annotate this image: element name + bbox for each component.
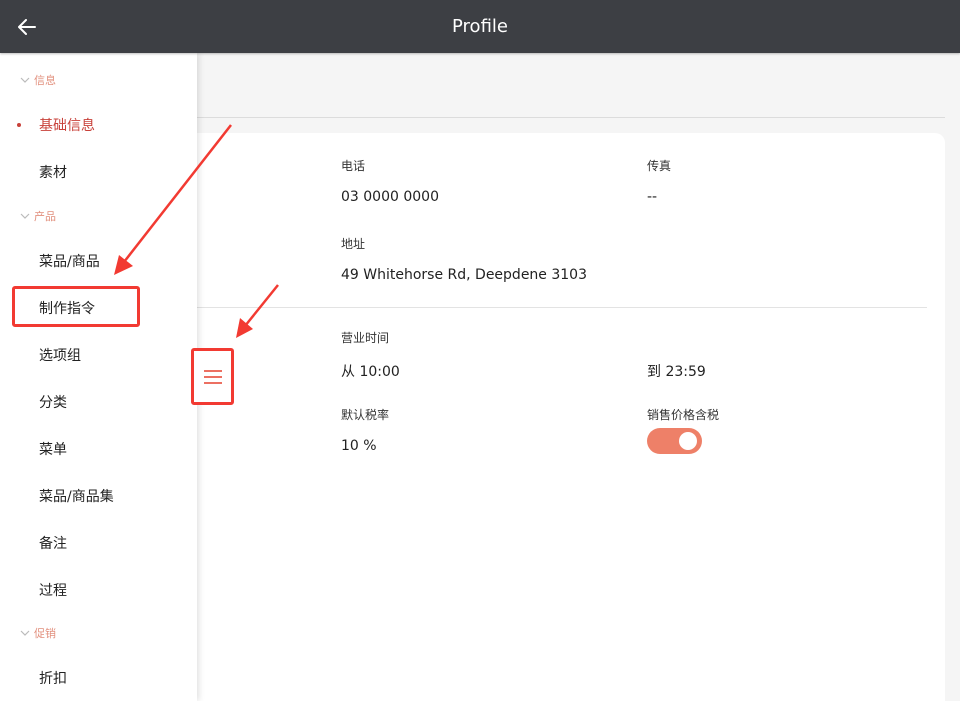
profile-card: 电话 03 0000 0000 传真 -- 地址 49 Whitehorse R…	[160, 133, 945, 701]
content-divider	[197, 117, 945, 118]
chevron-down-icon	[20, 213, 30, 219]
sidebar-item-assets[interactable]: 素材	[39, 162, 67, 182]
hours-to-value: 到 23:59	[647, 364, 706, 380]
sidebar-item-categories[interactable]: 分类	[39, 392, 67, 412]
tax-included-label: 销售价格含税	[647, 408, 720, 422]
arrow-left-icon	[18, 19, 36, 35]
sidebar-section-products[interactable]: 产品	[20, 208, 56, 224]
hours-label: 营业时间	[341, 331, 390, 345]
sidebar-item-discounts[interactable]: 折扣	[39, 668, 67, 688]
sidebar-section-promotions[interactable]: 促销	[20, 625, 56, 641]
phone-label: 电话	[341, 159, 366, 173]
page-title: Profile	[452, 16, 508, 37]
section-divider	[197, 307, 927, 308]
sidebar-item-dish-sets[interactable]: 菜品/商品集	[39, 486, 114, 506]
sidebar-item-dishes[interactable]: 菜品/商品	[39, 251, 100, 271]
hamburger-menu-icon	[203, 369, 222, 384]
fax-label: 传真	[647, 159, 672, 173]
section-label: 产品	[34, 210, 56, 223]
sidebar-item-processes[interactable]: 过程	[39, 580, 67, 600]
back-button[interactable]	[14, 14, 40, 40]
tax-rate-label: 默认税率	[341, 408, 390, 422]
section-label: 促销	[34, 627, 56, 640]
tax-included-toggle[interactable]	[647, 428, 702, 454]
chevron-down-icon	[20, 630, 30, 636]
sidebar-section-info[interactable]: 信息	[20, 72, 56, 88]
sidebar-item-menus[interactable]: 菜单	[39, 439, 67, 459]
sidebar-item-notes[interactable]: 备注	[39, 533, 67, 553]
sidebar-item-basic-info[interactable]: 基础信息	[39, 115, 95, 135]
hours-from-value: 从 10:00	[341, 364, 400, 380]
tax-rate-value: 10 %	[341, 438, 377, 454]
address-value: 49 Whitehorse Rd, Deepdene 3103	[341, 267, 587, 283]
app-header: Profile	[0, 0, 960, 53]
sidebar: 信息 基础信息 素材 产品 菜品/商品 制作指令 选项组 分类 菜单 菜品/商品…	[0, 53, 197, 701]
fax-value: --	[647, 189, 658, 205]
active-indicator	[17, 123, 21, 127]
toggle-knob	[679, 432, 697, 450]
sidebar-item-option-groups[interactable]: 选项组	[39, 345, 81, 365]
phone-value: 03 0000 0000	[341, 189, 439, 205]
section-label: 信息	[34, 74, 56, 87]
chevron-down-icon	[20, 77, 30, 83]
menu-toggle-button[interactable]	[191, 348, 234, 405]
address-label: 地址	[341, 237, 366, 251]
highlight-box	[12, 286, 140, 327]
